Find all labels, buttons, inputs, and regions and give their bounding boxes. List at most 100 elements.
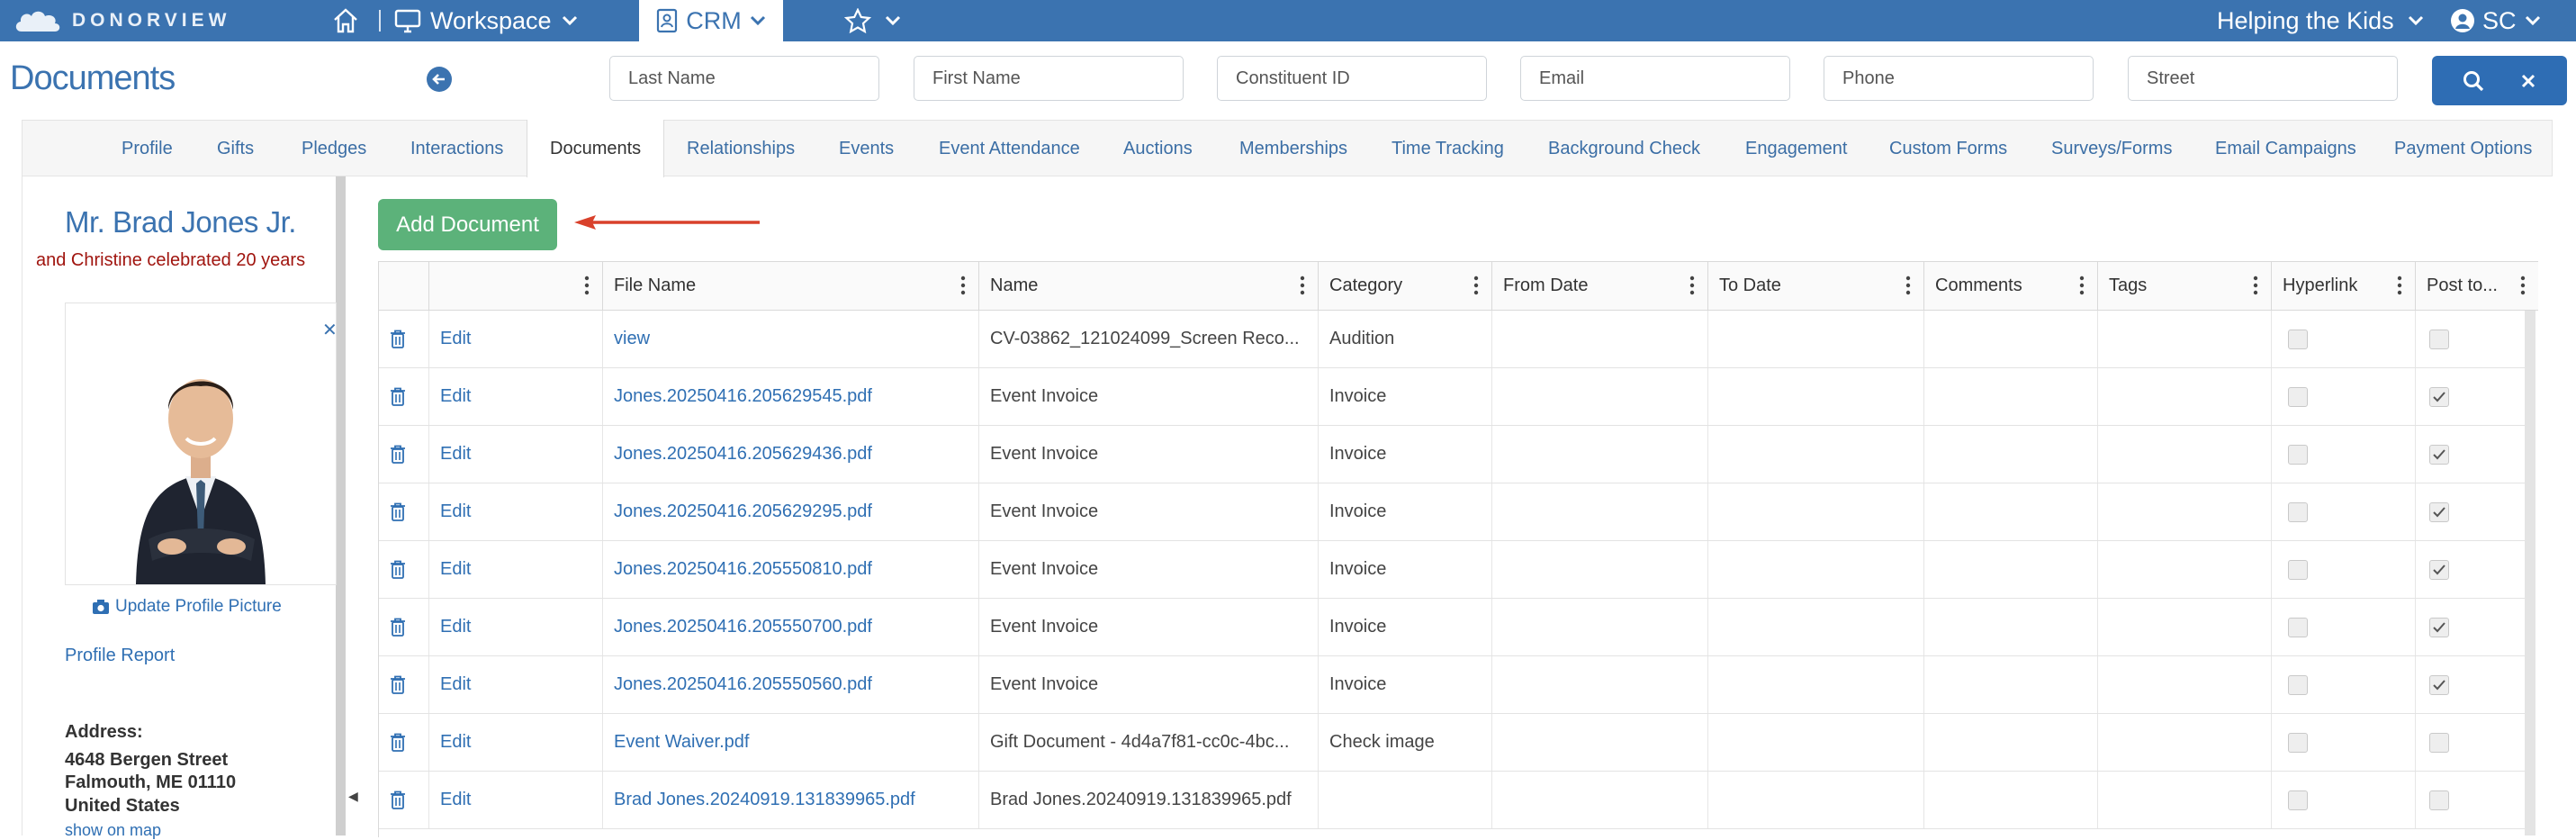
delete-row-button[interactable] (379, 426, 429, 483)
column-menu-icon[interactable] (1689, 273, 1695, 298)
back-button[interactable] (427, 67, 452, 92)
column-menu-icon[interactable] (1300, 273, 1305, 298)
column-menu-icon[interactable] (2397, 273, 2402, 298)
favorites-menu[interactable] (844, 0, 902, 41)
tab-events[interactable]: Events (839, 121, 894, 176)
sidebar-scrollbar[interactable] (336, 176, 346, 835)
post-to-checkbox[interactable] (2429, 444, 2449, 465)
hyperlink-checkbox[interactable] (2288, 501, 2308, 522)
hyperlink-checkbox[interactable] (2288, 329, 2308, 349)
post-to-checkbox[interactable] (2429, 617, 2449, 637)
clear-search-icon[interactable] (2518, 71, 2538, 91)
tab-pledges[interactable]: Pledges (302, 121, 366, 176)
file-name-link[interactable]: Jones.20250416.205629295.pdf (603, 483, 979, 540)
remove-photo-icon[interactable]: ✕ (322, 319, 338, 341)
delete-row-button[interactable] (379, 368, 429, 425)
tab-profile[interactable]: Profile (122, 121, 173, 176)
edit-row-link[interactable]: Edit (429, 599, 603, 655)
tab-relationships[interactable]: Relationships (687, 121, 795, 176)
file-name-link[interactable]: view (603, 311, 979, 367)
hyperlink-checkbox[interactable] (2288, 732, 2308, 753)
tab-documents[interactable]: Documents (527, 120, 665, 177)
post-to-checkbox[interactable] (2429, 501, 2449, 522)
edit-row-link[interactable]: Edit (429, 311, 603, 367)
tab-memberships[interactable]: Memberships (1239, 121, 1347, 176)
header-post-to[interactable]: Post to... (2416, 261, 2538, 311)
post-to-checkbox[interactable] (2429, 674, 2449, 695)
delete-row-button[interactable] (379, 483, 429, 540)
header-to-date[interactable]: To Date (1708, 261, 1924, 311)
tab-event-attendance[interactable]: Event Attendance (939, 121, 1080, 176)
home-button[interactable] (331, 0, 360, 41)
edit-row-link[interactable]: Edit (429, 541, 603, 598)
file-name-link[interactable]: Event Waiver.pdf (603, 714, 979, 771)
post-to-checkbox[interactable] (2429, 386, 2449, 407)
tab-background-check[interactable]: Background Check (1548, 121, 1700, 176)
header-tags[interactable]: Tags (2098, 261, 2272, 311)
show-on-map-link[interactable]: show on map (65, 821, 161, 840)
hyperlink-checkbox[interactable] (2288, 444, 2308, 465)
tab-interactions[interactable]: Interactions (410, 121, 503, 176)
header-category[interactable]: Category (1319, 261, 1492, 311)
edit-row-link[interactable]: Edit (429, 714, 603, 771)
donorview-logo[interactable]: DONORVIEW (13, 5, 230, 36)
delete-row-button[interactable] (379, 714, 429, 771)
constituent-id-input[interactable] (1217, 56, 1487, 101)
post-to-checkbox[interactable] (2429, 559, 2449, 580)
header-name[interactable]: Name (979, 261, 1319, 311)
file-name-link[interactable]: Jones.20250416.205629545.pdf (603, 368, 979, 425)
delete-row-button[interactable] (379, 599, 429, 655)
column-menu-icon[interactable] (2520, 273, 2526, 298)
delete-row-button[interactable] (379, 772, 429, 828)
hyperlink-checkbox[interactable] (2288, 674, 2308, 695)
crm-menu[interactable]: CRM (639, 0, 783, 41)
file-name-link[interactable]: Jones.20250416.205550810.pdf (603, 541, 979, 598)
column-menu-icon[interactable] (960, 273, 966, 298)
street-input[interactable] (2128, 56, 2398, 101)
column-menu-icon[interactable] (2253, 273, 2258, 298)
edit-row-link[interactable]: Edit (429, 483, 603, 540)
user-menu[interactable]: SC (2450, 0, 2542, 41)
tab-engagement[interactable]: Engagement (1745, 121, 1847, 176)
hyperlink-checkbox[interactable] (2288, 386, 2308, 407)
post-to-checkbox[interactable] (2429, 732, 2449, 753)
tab-email-campaigns[interactable]: Email Campaigns (2215, 121, 2356, 176)
header-comments[interactable]: Comments (1924, 261, 2098, 311)
search-icon[interactable] (2462, 69, 2485, 93)
column-menu-icon[interactable] (1473, 273, 1479, 298)
file-name-link[interactable]: Brad Jones.20240919.131839965.pdf (603, 772, 979, 828)
header-hyperlink[interactable]: Hyperlink (2272, 261, 2416, 311)
delete-row-button[interactable] (379, 541, 429, 598)
collapse-sidebar-icon[interactable]: ◀ (348, 789, 358, 804)
tab-surveys-forms[interactable]: Surveys/Forms (2051, 121, 2172, 176)
delete-row-button[interactable] (379, 656, 429, 713)
add-document-button[interactable]: Add Document (378, 199, 557, 250)
tab-payment-options[interactable]: Payment Options (2394, 121, 2532, 176)
first-name-input[interactable] (914, 56, 1184, 101)
post-to-checkbox[interactable] (2429, 329, 2449, 349)
grid-scrollbar[interactable] (2525, 311, 2535, 835)
update-profile-picture-link[interactable]: Update Profile Picture (92, 597, 282, 617)
tab-custom-forms[interactable]: Custom Forms (1889, 121, 2007, 176)
tab-gifts[interactable]: Gifts (217, 121, 254, 176)
edit-row-link[interactable]: Edit (429, 772, 603, 828)
column-menu-icon[interactable] (584, 273, 590, 298)
workspace-menu[interactable]: Workspace (394, 0, 579, 41)
header-file-name[interactable]: File Name (603, 261, 979, 311)
hyperlink-checkbox[interactable] (2288, 559, 2308, 580)
edit-row-link[interactable]: Edit (429, 368, 603, 425)
phone-input[interactable] (1824, 56, 2094, 101)
email-input[interactable] (1520, 56, 1790, 101)
tab-auctions[interactable]: Auctions (1123, 121, 1193, 176)
edit-row-link[interactable]: Edit (429, 426, 603, 483)
file-name-link[interactable]: Jones.20250416.205550700.pdf (603, 599, 979, 655)
organization-menu[interactable]: Helping the Kids (2217, 0, 2425, 41)
file-name-link[interactable]: Jones.20250416.205550560.pdf (603, 656, 979, 713)
hyperlink-checkbox[interactable] (2288, 790, 2308, 810)
hyperlink-checkbox[interactable] (2288, 617, 2308, 637)
edit-row-link[interactable]: Edit (429, 656, 603, 713)
file-name-link[interactable]: Jones.20250416.205629436.pdf (603, 426, 979, 483)
column-menu-icon[interactable] (2079, 273, 2085, 298)
profile-report-link[interactable]: Profile Report (65, 646, 175, 666)
last-name-input[interactable] (609, 56, 879, 101)
